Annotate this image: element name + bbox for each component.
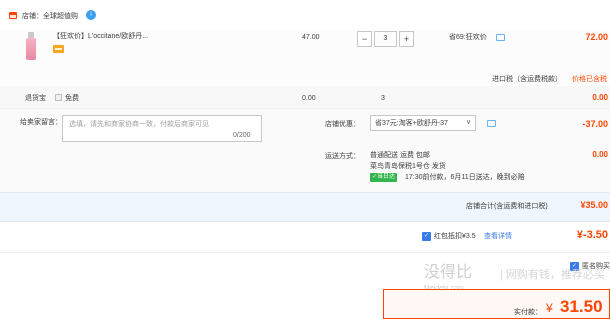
quantity-decrease-button[interactable]: −	[357, 31, 372, 47]
store-total-amount: ¥35.00	[580, 200, 608, 210]
seller-message-counter: 0/200	[233, 132, 251, 139]
unit-price: 47.00	[302, 34, 320, 41]
watermark-slogan: | 网购有钱，推荐必买	[500, 269, 605, 281]
shipping-amount: 0.00	[592, 150, 608, 159]
red-packet-label: 红包抵扣¥3.5	[434, 233, 476, 240]
tax-included-link[interactable]: 价格已含税	[572, 75, 607, 84]
shipping-method: 普通配送 运费 包邮	[370, 152, 430, 159]
quantity-increase-button[interactable]: +	[399, 31, 414, 47]
store-promo-value: 省37元:淘客+欧舒丹-37	[375, 120, 448, 127]
red-packet-details-link[interactable]: 查看详情	[484, 232, 512, 241]
shipping-label: 运送方式：	[325, 153, 360, 160]
store-info-icon[interactable]: i	[86, 10, 96, 20]
red-packet-checkbox[interactable]: ✓	[422, 232, 431, 241]
store-promo-label: 店铺优惠：	[325, 121, 360, 128]
insurance-price: 0.00	[302, 95, 316, 102]
credit-card-icon	[53, 45, 64, 53]
currency-symbol: ¥	[546, 301, 553, 315]
red-packet-amount: ¥-3.50	[576, 229, 608, 241]
store-name[interactable]: 店铺：全球超值购	[22, 12, 78, 21]
chevron-down-icon[interactable]: ∨	[466, 118, 471, 127]
discount-note: 省69:狂欢价	[449, 34, 487, 41]
import-tax-note: 进口税（含运费税款）	[492, 76, 562, 83]
red-packet-row	[0, 223, 610, 253]
store-promo-amount: -37.00	[582, 119, 608, 129]
same-day-badge: ✓当日达	[370, 173, 398, 182]
payment-label: 实付款：	[514, 309, 542, 316]
product-thumbnail[interactable]	[22, 32, 40, 62]
item-subtotal: 72.00	[585, 32, 608, 42]
payment-amount: 31.50	[560, 297, 603, 316]
product-title[interactable]: 【狂欢价】L'occitane/欧舒丹...	[53, 32, 148, 41]
store-total-label: 店铺合计(含运费和进口税)	[466, 203, 548, 210]
return-insurance-label: 退货宝	[25, 95, 46, 102]
quantity-input[interactable]: 3	[374, 31, 397, 47]
insurance-quantity: 3	[381, 95, 385, 102]
seller-message-placeholder: 选填，请先和商家协商一致，付款后商家可见	[69, 121, 209, 128]
return-insurance-checkbox[interactable]	[55, 94, 62, 101]
chat-icon[interactable]	[487, 120, 496, 127]
chat-icon[interactable]	[496, 34, 505, 41]
quantity-stepper: − 3 +	[357, 31, 415, 47]
shipping-warehouse: 菜鸟青岛保税1号仓 发货	[370, 163, 446, 170]
seller-message-label: 给卖家留言：	[20, 119, 62, 126]
store-icon	[9, 12, 17, 19]
watermark-logo: 没得比	[424, 264, 473, 281]
return-insurance-free: 免费	[65, 95, 79, 102]
delivery-estimate: 17:30前付款，6月11日送达，晚到必赔	[405, 174, 525, 181]
insurance-subtotal: 0.00	[592, 93, 608, 102]
